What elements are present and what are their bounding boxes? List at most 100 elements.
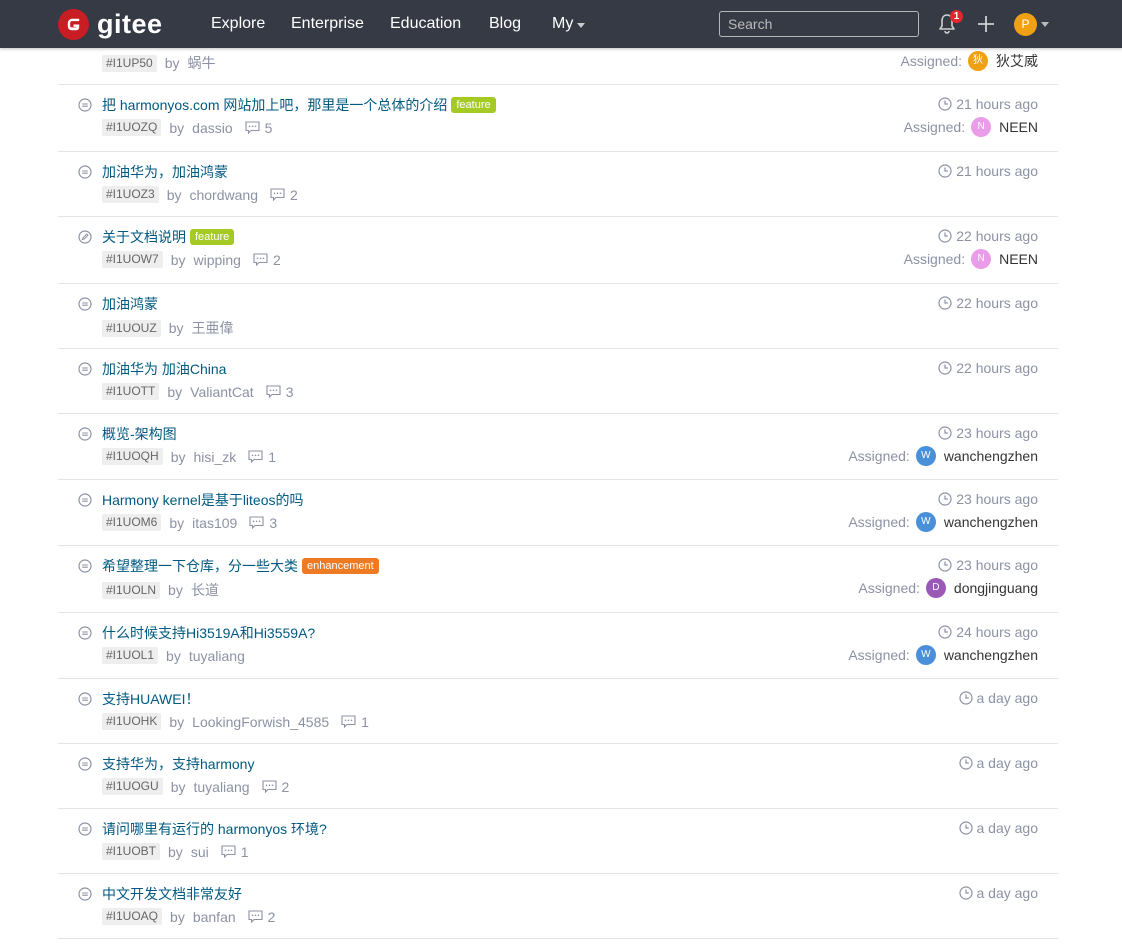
assignee-avatar[interactable]: W xyxy=(915,645,936,665)
issue-id[interactable]: #I1UOW7 xyxy=(102,251,163,268)
issue-id[interactable]: #I1UOM6 xyxy=(102,514,162,531)
comment-icon xyxy=(253,253,268,266)
issue-id[interactable]: #I1UOAQ xyxy=(102,908,163,925)
comment-count[interactable]: 2 xyxy=(248,909,275,925)
issue-meta: #I1UOLN by 长道 xyxy=(102,580,219,600)
nav-enterprise[interactable]: Enterprise xyxy=(291,14,364,34)
clock-icon xyxy=(938,558,952,572)
issue-meta: #I1UOZQ by dassio 5 xyxy=(102,119,272,136)
issue-meta: #I1UOM6 by itas109 3 xyxy=(102,514,277,531)
by-label: by xyxy=(170,448,186,465)
notification-count-badge: 1 xyxy=(950,10,963,23)
issue-title-link[interactable]: 把 harmonyos.com 网站加上吧，那里是一个总体的介绍 xyxy=(102,96,447,114)
nav-explore[interactable]: Explore xyxy=(211,14,265,34)
comment-count[interactable]: 1 xyxy=(248,449,276,465)
issue-row: 加油鸿蒙 #I1UOUZ by 王亜偉 22 hours ago xyxy=(58,283,1058,349)
issue-id[interactable]: #I1UOQH xyxy=(102,448,163,465)
assignee: Assigned: N NEEN xyxy=(904,249,1038,269)
comment-count[interactable]: 2 xyxy=(270,187,298,203)
issue-author-link[interactable]: 蜗牛 xyxy=(188,53,216,73)
issue-id[interactable]: #I1UOBT xyxy=(102,843,161,860)
assignee: Assigned: W wanchengzhen xyxy=(848,446,1038,466)
issue-author-link[interactable]: LookingForwish_4585 xyxy=(192,714,329,730)
issue-id[interactable]: #I1UOHK xyxy=(102,713,162,730)
issue-id[interactable]: #I1UOZQ xyxy=(102,119,162,136)
assignee-avatar[interactable]: N xyxy=(971,249,992,269)
issue-id[interactable]: #I1UOLN xyxy=(102,581,161,599)
comment-count[interactable]: 2 xyxy=(261,778,290,795)
user-avatar[interactable]: P xyxy=(1014,13,1037,36)
issue-id[interactable]: #I1UOZ3 xyxy=(102,186,159,203)
comment-count[interactable]: 3 xyxy=(249,515,277,531)
comment-icon xyxy=(221,845,236,858)
issue-author-link[interactable]: tuyaliang xyxy=(189,648,245,664)
comment-count-value: 3 xyxy=(269,514,278,531)
issue-title-link[interactable]: 支持HUAWEI！ xyxy=(102,690,199,708)
issue-author-link[interactable]: 长道 xyxy=(191,580,219,600)
issue-id[interactable]: #I1UOTT xyxy=(102,383,160,400)
search-input[interactable] xyxy=(719,11,919,37)
issue-author-link[interactable]: chordwang xyxy=(189,187,258,203)
issue-open-icon xyxy=(78,165,92,179)
by-label: by xyxy=(167,383,183,400)
issue-title-line: 概览-架构图 xyxy=(102,425,177,443)
issue-author-link[interactable]: tuyaliang xyxy=(193,779,249,795)
issue-title-link[interactable]: Harmony kernel是基于liteos的吗 xyxy=(102,491,304,509)
issue-title-link[interactable]: 支持华为，支持harmony xyxy=(102,755,254,773)
comment-count[interactable]: 1 xyxy=(341,714,369,730)
issue-author-link[interactable]: 王亜偉 xyxy=(191,318,233,338)
issue-title-link[interactable]: 关于文档说明 xyxy=(102,228,186,246)
issue-label[interactable]: feature xyxy=(451,97,496,113)
assignee-name-link[interactable]: NEEN xyxy=(999,251,1038,267)
issue-row: Harmony kernel是基于liteos的吗 #I1UOM6 by ita… xyxy=(58,479,1058,546)
assignee-name-link[interactable]: dongjinguang xyxy=(954,580,1038,596)
clock-icon xyxy=(938,164,952,178)
issue-author-link[interactable]: wipping xyxy=(193,252,240,268)
issue-id[interactable]: #I1UP50 xyxy=(102,54,157,72)
issue-title-link[interactable]: 加油华为 加油China xyxy=(102,360,226,378)
issue-id[interactable]: #I1UOUZ xyxy=(102,319,161,337)
issue-title-link[interactable]: 概览-架构图 xyxy=(102,425,177,443)
issue-author-link[interactable]: hisi_zk xyxy=(193,449,236,465)
comment-count[interactable]: 5 xyxy=(245,120,272,136)
assignee-avatar[interactable]: N xyxy=(971,117,992,137)
assignee-avatar[interactable]: W xyxy=(915,512,936,532)
by-label: by xyxy=(170,908,185,925)
issue-label[interactable]: enhancement xyxy=(302,558,379,574)
assignee-name-link[interactable]: NEEN xyxy=(999,119,1038,135)
assignee-avatar[interactable]: D xyxy=(925,578,946,598)
assignee-avatar[interactable]: W xyxy=(915,446,936,466)
plus-icon[interactable] xyxy=(977,15,995,33)
issue-title-link[interactable]: 加油华为，加油鸿蒙 xyxy=(102,163,228,181)
nav-my-dropdown[interactable]: My xyxy=(552,14,586,34)
comment-count[interactable]: 2 xyxy=(253,252,281,268)
issue-author-link[interactable]: sui xyxy=(191,844,209,860)
assignee-name-link[interactable]: wanchengzhen xyxy=(944,514,1038,530)
issue-id[interactable]: #I1UOGU xyxy=(102,778,163,795)
issue-id[interactable]: #I1UOL1 xyxy=(102,647,159,664)
issue-author-link[interactable]: dassio xyxy=(192,120,232,136)
issue-label[interactable]: feature xyxy=(190,229,235,245)
assignee-name-link[interactable]: 狄艾威 xyxy=(996,51,1038,71)
issue-author-link[interactable]: banfan xyxy=(193,909,236,925)
avatar-chevron-down-icon[interactable] xyxy=(1041,22,1049,27)
issue-title-link[interactable]: 请问哪里有运行的 harmonyos 环境? xyxy=(102,820,327,838)
assignee-name-link[interactable]: wanchengzhen xyxy=(944,448,1038,464)
gitee-logo[interactable]: gitee xyxy=(58,8,163,40)
issue-author-link[interactable]: itas109 xyxy=(192,515,237,531)
clock-icon xyxy=(938,296,952,310)
issue-title-link[interactable]: 什么时候支持Hi3519A和Hi3559A? xyxy=(102,624,315,642)
issue-author-link[interactable]: ValiantCat xyxy=(190,384,254,400)
issue-open-icon xyxy=(78,297,92,311)
assignee-name-link[interactable]: wanchengzhen xyxy=(944,647,1038,663)
by-label: by xyxy=(170,251,186,268)
issue-title-link[interactable]: 中文开发文档非常友好 xyxy=(102,885,242,903)
issue-title-link[interactable]: 加油鸿蒙 xyxy=(102,295,158,313)
comment-count-value: 2 xyxy=(281,778,290,795)
issue-title-link[interactable]: 希望整理一下仓库，分一些大类 xyxy=(102,557,298,575)
nav-education[interactable]: Education xyxy=(390,14,461,34)
comment-count[interactable]: 3 xyxy=(266,384,294,400)
assignee-avatar[interactable]: 狄 xyxy=(968,51,988,71)
comment-count[interactable]: 1 xyxy=(221,844,249,860)
nav-blog[interactable]: Blog xyxy=(489,14,521,34)
